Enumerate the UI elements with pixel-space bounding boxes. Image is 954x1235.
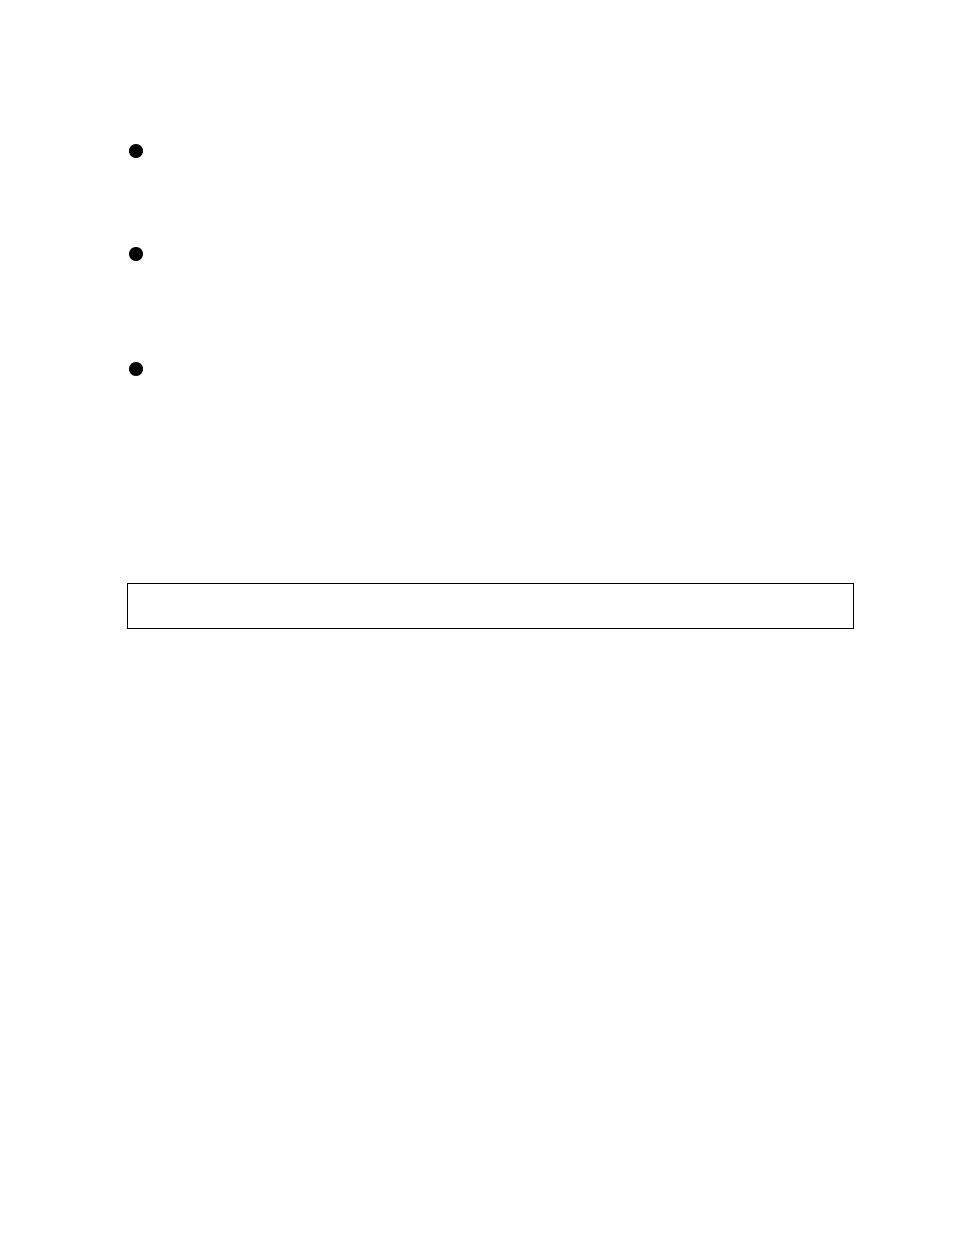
bullet-icon — [129, 247, 143, 261]
bullet-icon — [129, 362, 143, 376]
bullet-icon — [129, 144, 143, 158]
input-field-box[interactable] — [127, 583, 854, 629]
